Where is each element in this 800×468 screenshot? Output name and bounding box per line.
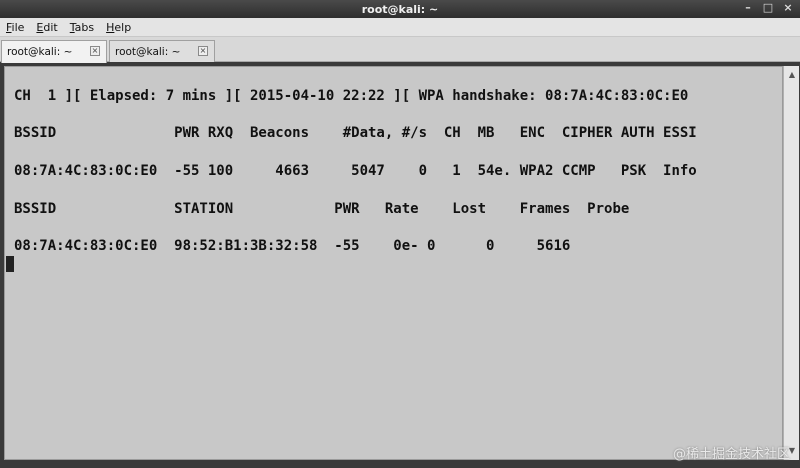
tab-label: root@kali: ~ <box>7 46 73 58</box>
window-titlebar: root@kali: ~ – □ × <box>0 0 800 18</box>
menu-edit[interactable]: Edit <box>30 21 63 34</box>
menu-file-label: ile <box>11 20 25 34</box>
minimize-icon[interactable]: – <box>742 2 754 14</box>
menu-tabs[interactable]: Tabs <box>64 21 100 34</box>
menu-edit-label: dit <box>43 20 58 34</box>
menu-help-label: elp <box>114 20 132 34</box>
tab-label: root@kali: ~ <box>115 46 181 58</box>
terminal-line-station-row: 08:7A:4C:83:0C:E0 98:52:B1:3B:32:58 -55 … <box>14 238 571 254</box>
watermark: @稀土掘金技术社区 <box>672 447 790 462</box>
tab-close-icon[interactable]: × <box>90 46 100 56</box>
window-title: root@kali: ~ <box>361 2 439 16</box>
tab-bar: root@kali: ~ × root@kali: ~ × <box>0 37 800 63</box>
menu-bar: File Edit Tabs Help <box>0 18 800 37</box>
close-icon[interactable]: × <box>782 2 794 14</box>
terminal-line-station-header: BSSID STATION PWR Rate Lost Frames Probe <box>14 201 630 217</box>
tab-close-icon[interactable]: × <box>198 46 208 56</box>
terminal-line-status: CH 1 ][ Elapsed: 7 mins ][ 2015-04-10 22… <box>14 88 689 104</box>
terminal-output[interactable]: CH 1 ][ Elapsed: 7 mins ][ 2015-04-10 22… <box>4 66 783 460</box>
terminal-cursor <box>6 256 14 272</box>
maximize-icon[interactable]: □ <box>762 2 774 14</box>
terminal-scrollbar[interactable]: ▲ ▼ <box>783 66 799 460</box>
window-controls: – □ × <box>742 2 794 14</box>
terminal-line-ap-header: BSSID PWR RXQ Beacons #Data, #/s CH MB E… <box>14 125 697 141</box>
menu-tabs-label: abs <box>74 20 95 34</box>
scroll-up-icon[interactable]: ▲ <box>785 68 799 82</box>
tab-terminal-2[interactable]: root@kali: ~ × <box>109 40 215 62</box>
terminal-line-ap-row: 08:7A:4C:83:0C:E0 -55 100 4663 5047 0 1 … <box>14 163 697 179</box>
menu-file[interactable]: File <box>0 21 30 34</box>
tab-terminal-1[interactable]: root@kali: ~ × <box>1 40 107 63</box>
menu-help[interactable]: Help <box>100 21 137 34</box>
